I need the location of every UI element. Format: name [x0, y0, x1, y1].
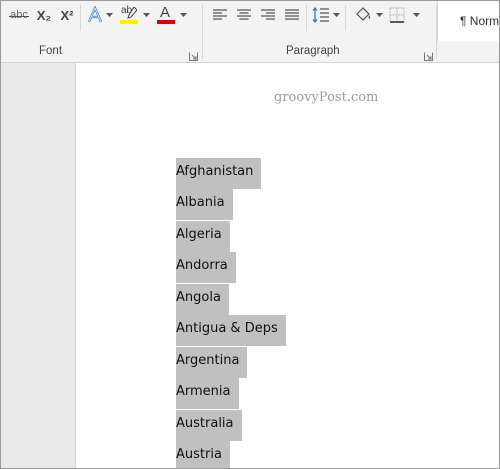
chevron-down-icon	[180, 13, 187, 17]
list-item[interactable]: Austria	[176, 441, 230, 468]
superscript-icon: X²	[60, 7, 74, 23]
chevron-down-icon	[143, 13, 150, 17]
strikethrough-button[interactable]: abc	[7, 1, 31, 29]
chevron-down-icon	[106, 13, 113, 17]
style-normal-preview[interactable]: ¶ Norm	[437, 1, 500, 41]
subscript-icon: X₂	[36, 7, 52, 23]
borders-button[interactable]	[386, 1, 408, 29]
font-color-dropdown[interactable]	[179, 1, 188, 29]
strikethrough-icon: abc	[9, 9, 29, 21]
watermark-text: groovyPost.com	[274, 90, 379, 105]
paint-bucket-icon	[356, 7, 371, 21]
justify-button[interactable]	[281, 1, 303, 29]
align-right-icon	[261, 9, 275, 20]
group-separator	[202, 5, 203, 59]
highlight-button[interactable]: ab	[117, 1, 141, 29]
subscript-button[interactable]: X₂	[33, 1, 55, 29]
superscript-button[interactable]: X²	[56, 1, 78, 29]
list-item[interactable]: Argentina	[176, 347, 248, 378]
borders-dropdown[interactable]	[412, 1, 421, 29]
list-item[interactable]: Afghanistan	[176, 158, 262, 189]
dialog-launcher-icon	[424, 52, 433, 61]
line-spacing-button[interactable]	[310, 1, 332, 29]
font-group-label: Font	[39, 45, 63, 57]
chevron-down-icon	[376, 13, 383, 17]
text-effects-dropdown[interactable]	[105, 1, 114, 29]
separator	[306, 5, 307, 31]
highlighter-icon: ab	[119, 4, 139, 26]
line-spacing-dropdown[interactable]	[332, 1, 341, 29]
style-normal-label: ¶ Norm	[460, 14, 500, 28]
borders-icon	[389, 7, 405, 23]
separator	[80, 5, 81, 31]
shading-button[interactable]	[352, 1, 374, 29]
list-item[interactable]: Antigua & Deps	[176, 315, 286, 346]
font-dialog-launcher[interactable]	[189, 48, 198, 61]
chevron-down-icon	[413, 13, 420, 17]
text-effects-icon	[87, 6, 103, 23]
font-color-button[interactable]: A	[154, 1, 178, 29]
text-effects-button[interactable]	[84, 1, 106, 29]
list-item[interactable]: Albania	[176, 189, 233, 220]
align-left-button[interactable]	[209, 1, 231, 29]
page-gutter	[1, 63, 76, 468]
word-window: abc X₂ X² ab A Font Paragraph ¶ Norm gro…	[0, 0, 500, 469]
align-center-button[interactable]	[233, 1, 255, 29]
paragraph-group-label: Paragraph	[286, 45, 340, 57]
align-right-button[interactable]	[257, 1, 279, 29]
highlight-dropdown[interactable]	[142, 1, 151, 29]
document-page[interactable]	[76, 63, 499, 468]
justify-icon	[285, 9, 299, 20]
line-spacing-icon	[312, 7, 329, 23]
list-item[interactable]: Armenia	[176, 378, 239, 409]
shading-dropdown[interactable]	[375, 1, 384, 29]
ribbon: abc X₂ X² ab A Font Paragraph ¶ Norm	[1, 1, 499, 63]
separator	[345, 5, 346, 31]
chevron-down-icon	[333, 13, 340, 17]
dialog-launcher-icon	[189, 52, 198, 61]
list-item[interactable]: Andorra	[176, 252, 236, 283]
paragraph-dialog-launcher[interactable]	[424, 48, 433, 61]
list-item[interactable]: Australia	[176, 410, 242, 441]
align-left-icon	[213, 9, 227, 20]
align-center-icon	[237, 9, 251, 20]
font-color-icon: A	[156, 4, 176, 26]
list-item[interactable]: Algeria	[176, 221, 230, 252]
list-item[interactable]: Angola	[176, 284, 229, 315]
